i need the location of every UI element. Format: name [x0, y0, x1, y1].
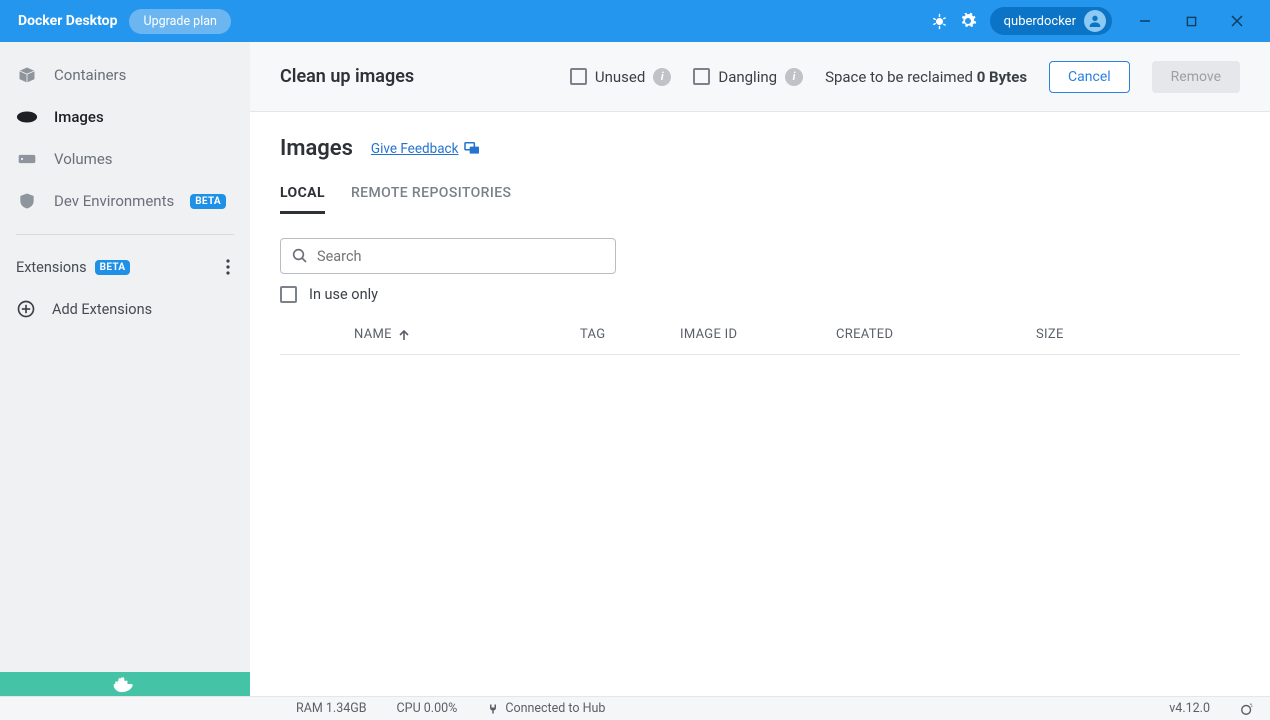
username-label: quberdocker	[1004, 14, 1076, 29]
images-icon	[16, 106, 38, 128]
dangling-filter[interactable]: Dangling i	[693, 68, 803, 86]
dev-environments-icon	[16, 190, 38, 212]
page-title: Images	[280, 136, 353, 161]
window-maximize-button[interactable]	[1168, 0, 1214, 42]
dangling-label: Dangling	[718, 68, 777, 86]
sidebar-separator	[16, 234, 234, 235]
unused-filter[interactable]: Unused i	[570, 68, 671, 86]
in-use-label: In use only	[309, 286, 378, 303]
beta-badge: BETA	[190, 194, 226, 209]
unused-checkbox[interactable]	[570, 68, 587, 85]
feedback-icon	[464, 142, 480, 156]
cleanup-toolbar: Clean up images Unused i Dangling i Spac…	[250, 42, 1270, 112]
sidebar: Containers Images Volumes Dev Environmen…	[0, 42, 250, 696]
sidebar-item-label: Images	[54, 108, 104, 126]
sort-asc-icon	[398, 329, 410, 341]
cleanup-title: Clean up images	[280, 66, 414, 87]
unused-label: Unused	[595, 68, 645, 86]
whale-icon	[112, 675, 138, 693]
search-input-container[interactable]	[280, 238, 616, 274]
status-hub[interactable]: Connected to Hub	[487, 701, 605, 716]
main: Clean up images Unused i Dangling i Spac…	[250, 42, 1270, 696]
user-menu[interactable]: quberdocker	[990, 7, 1112, 35]
give-feedback-link[interactable]: Give Feedback	[371, 141, 481, 157]
containers-icon	[16, 64, 38, 86]
gear-icon[interactable]	[954, 7, 982, 35]
sidebar-item-images[interactable]: Images	[0, 96, 250, 138]
status-cpu: CPU 0.00%	[397, 701, 458, 716]
sidebar-item-label: Containers	[54, 66, 126, 84]
search-input[interactable]	[317, 248, 605, 265]
column-created[interactable]: CREATED	[836, 327, 1036, 342]
avatar-icon	[1084, 10, 1106, 32]
in-use-checkbox[interactable]	[280, 286, 297, 303]
remove-button: Remove	[1152, 61, 1240, 93]
window-minimize-button[interactable]	[1122, 0, 1168, 42]
volumes-icon	[16, 148, 38, 170]
sidebar-item-dev-environments[interactable]: Dev Environments BETA	[0, 180, 250, 222]
dangling-checkbox[interactable]	[693, 68, 710, 85]
column-image-id[interactable]: IMAGE ID	[680, 327, 836, 342]
reclaim-value: 0 Bytes	[977, 68, 1027, 86]
bug-icon[interactable]	[926, 7, 954, 35]
feedback-label: Give Feedback	[371, 141, 459, 157]
cancel-button[interactable]: Cancel	[1049, 61, 1130, 93]
tab-remote-repositories[interactable]: REMOTE REPOSITORIES	[351, 179, 512, 214]
extensions-menu-button[interactable]	[222, 255, 234, 279]
add-icon	[16, 299, 36, 319]
notifications-icon[interactable]	[1240, 702, 1254, 716]
sidebar-item-label: Volumes	[54, 150, 113, 168]
column-name[interactable]: NAME	[280, 327, 580, 342]
window-close-button[interactable]	[1214, 0, 1260, 42]
add-extensions-button[interactable]: Add Extensions	[0, 287, 250, 331]
sidebar-item-volumes[interactable]: Volumes	[0, 138, 250, 180]
beta-badge: BETA	[95, 260, 131, 275]
add-extensions-label: Add Extensions	[52, 301, 152, 318]
column-tag[interactable]: TAG	[580, 327, 680, 342]
extensions-header: Extensions BETA	[0, 247, 250, 287]
titlebar: Docker Desktop Upgrade plan quberdocker	[0, 0, 1270, 42]
upgrade-plan-button[interactable]: Upgrade plan	[129, 9, 230, 34]
tabs: LOCAL REMOTE REPOSITORIES	[280, 179, 1240, 214]
plug-icon	[487, 703, 499, 715]
docker-status-bar[interactable]	[0, 672, 250, 696]
in-use-filter[interactable]: In use only	[280, 286, 1240, 303]
info-icon[interactable]: i	[653, 68, 671, 86]
status-version: v4.12.0	[1169, 701, 1210, 716]
table-header: NAME TAG IMAGE ID CREATED SIZE	[280, 309, 1240, 355]
search-icon	[291, 247, 309, 265]
info-icon[interactable]: i	[785, 68, 803, 86]
sidebar-item-label: Dev Environments	[54, 192, 174, 210]
statusbar: RAM 1.34GB CPU 0.00% Connected to Hub v4…	[0, 696, 1270, 720]
sidebar-item-containers[interactable]: Containers	[0, 54, 250, 96]
app-title: Docker Desktop	[18, 13, 117, 29]
column-size[interactable]: SIZE	[1036, 327, 1116, 342]
tab-local[interactable]: LOCAL	[280, 179, 325, 214]
status-ram: RAM 1.34GB	[296, 701, 367, 716]
reclaim-text: Space to be reclaimed 0 Bytes	[825, 68, 1027, 86]
extensions-label: Extensions	[16, 259, 87, 276]
content: Images Give Feedback LOCAL REMOTE REPOSI…	[250, 112, 1270, 355]
